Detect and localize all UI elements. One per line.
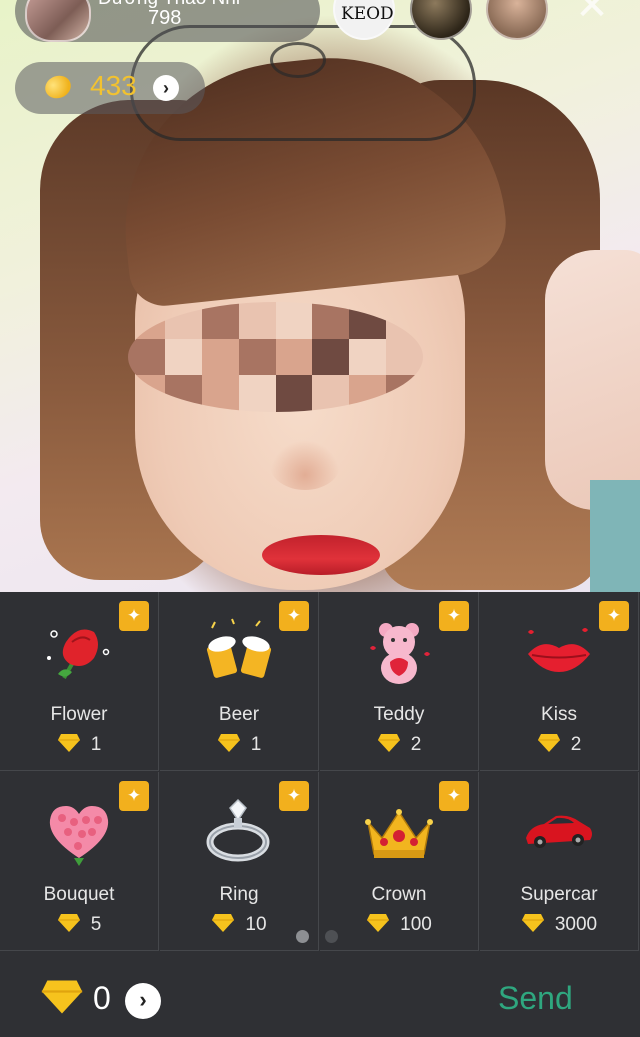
gift-price-value: 5 <box>90 914 102 935</box>
diamond-icon <box>521 914 544 932</box>
diamond-icon <box>212 914 235 932</box>
diamond-icon <box>57 734 80 752</box>
gift-price: 2 <box>320 733 478 756</box>
gift-price: 2 <box>480 733 638 756</box>
diamond-icon <box>41 980 83 1014</box>
gift-price: 10 <box>160 913 318 936</box>
gift-price: 3000 <box>480 913 638 936</box>
gift-name: Kiss <box>541 704 577 725</box>
gift-ring[interactable]: ✦ Ring 10 <box>160 772 319 951</box>
gift-price-value: 2 <box>410 734 422 755</box>
ring-icon <box>206 798 270 862</box>
page-dot-active[interactable] <box>296 930 309 943</box>
page-dot[interactable] <box>325 930 338 943</box>
car-icon <box>526 815 592 848</box>
gift-flower[interactable]: ✦ Flower 1 <box>0 592 159 771</box>
gift-grid: ✦ Flower 1 ✦ Beer 1 ✦ Teddy 2 ✦ Kiss 2 ✦… <box>0 592 640 952</box>
gift-price-value: 2 <box>570 734 582 755</box>
gift-price-value: 1 <box>250 734 262 755</box>
gift-name: Crown <box>371 884 427 905</box>
sparkle-badge-icon: ✦ <box>119 781 149 811</box>
gift-price: 5 <box>0 913 158 936</box>
gift-supercar[interactable]: Supercar 3000 <box>480 772 639 951</box>
diamond-icon <box>537 734 560 752</box>
sparkle-badge-icon: ✦ <box>119 601 149 631</box>
sparkle-badge-icon: ✦ <box>599 601 629 631</box>
gift-price-value: 3000 <box>554 914 598 935</box>
pixelated-eyes <box>128 302 423 412</box>
gift-price: 1 <box>0 733 158 756</box>
beer-icon <box>206 618 272 678</box>
gift-footer: 0 › Send <box>0 952 640 1037</box>
gift-price: 1 <box>160 733 318 756</box>
gift-beer[interactable]: ✦ Beer 1 <box>160 592 319 771</box>
gift-name: Ring <box>219 884 259 905</box>
viewer-avatar-text: KEOD <box>341 4 394 24</box>
page-indicator <box>296 930 354 948</box>
sparkle-badge-icon: ✦ <box>439 781 469 811</box>
diamond-icon <box>377 734 400 752</box>
sparkle-badge-icon: ✦ <box>279 781 309 811</box>
sparkle-badge-icon: ✦ <box>439 601 469 631</box>
chevron-right-icon[interactable]: › <box>153 75 179 101</box>
gift-bouquet[interactable]: ✦ Bouquet 5 <box>0 772 159 951</box>
coin-value: 433 <box>90 70 137 101</box>
recharge-chevron-icon[interactable]: › <box>125 983 161 1019</box>
crown-icon <box>365 809 433 858</box>
glasses-bridge <box>270 42 326 78</box>
gift-price-value: 100 <box>400 914 432 935</box>
diamond-balance: 0 <box>93 980 111 1016</box>
gift-name: Bouquet <box>43 884 115 905</box>
gift-panel: ✦ Flower 1 ✦ Beer 1 ✦ Teddy 2 ✦ Kiss 2 ✦… <box>0 592 640 1037</box>
rose-icon <box>47 629 110 679</box>
gift-price-value: 1 <box>90 734 102 755</box>
host-avatar[interactable] <box>25 0 91 42</box>
diamond-icon <box>57 914 80 932</box>
sparkle-badge-icon: ✦ <box>279 601 309 631</box>
heart-bouquet-icon <box>49 806 109 866</box>
gift-price-value: 10 <box>245 914 267 935</box>
close-icon[interactable]: ✕ <box>570 0 614 28</box>
gift-name: Teddy <box>373 704 425 725</box>
hand <box>545 250 640 510</box>
gift-name: Flower <box>50 704 108 725</box>
diamond-icon <box>217 734 240 752</box>
diamond-icon <box>367 914 390 932</box>
lips-icon <box>528 628 590 672</box>
gift-teddy[interactable]: ✦ Teddy 2 <box>320 592 479 771</box>
gift-name: Beer <box>218 704 260 725</box>
host-viewer-count: 798 <box>148 7 182 29</box>
lips <box>262 535 380 575</box>
teddy-bear-icon <box>370 623 430 684</box>
gift-name: Supercar <box>520 884 598 905</box>
gift-crown[interactable]: ✦ Crown 100 <box>320 772 479 951</box>
gift-kiss[interactable]: ✦ Kiss 2 <box>480 592 639 771</box>
send-button[interactable]: Send <box>498 980 573 1017</box>
background-teal <box>590 480 640 592</box>
nose <box>270 440 340 490</box>
